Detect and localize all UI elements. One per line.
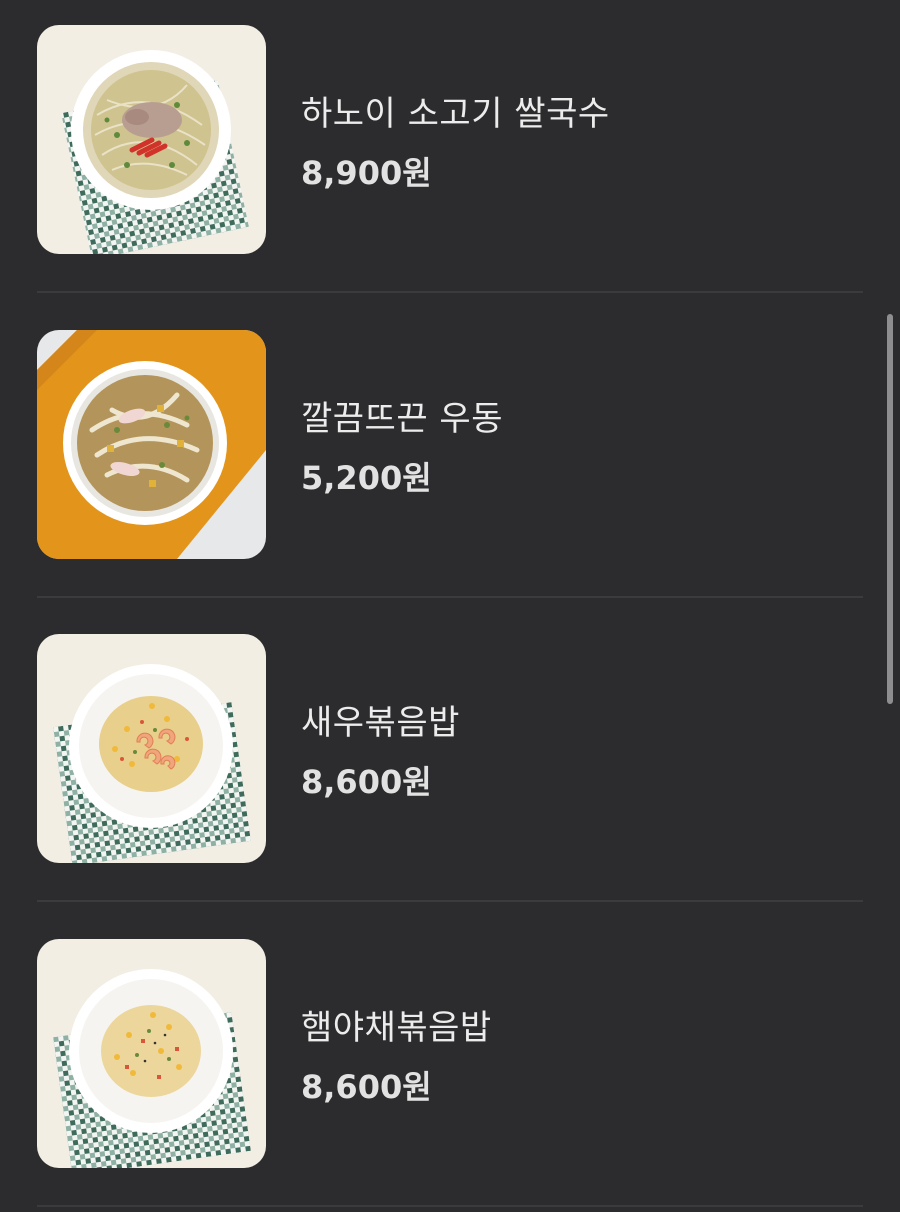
menu-item-name[interactable]: 새우볶음밥 — [301, 695, 460, 744]
menu-item-image[interactable] — [37, 330, 266, 559]
menu-item-name[interactable]: 햄야채볶음밥 — [301, 1000, 492, 1049]
udon-bowl-image — [37, 330, 266, 559]
ham-vegetable-fried-rice-image — [37, 939, 266, 1168]
menu-item-image[interactable] — [37, 939, 266, 1168]
divider — [37, 1205, 863, 1207]
scrollbar-thumb[interactable] — [887, 314, 893, 704]
menu-list: 하노이 소고기 쌀국수 8,900원 깔끔뜨끈 우동 5,200원 새우볶음밥 … — [0, 0, 900, 1212]
divider — [37, 291, 863, 293]
menu-item-price: 5,200원 — [301, 459, 432, 497]
divider — [37, 900, 863, 902]
menu-item-name[interactable]: 깔끔뜨끈 우동 — [301, 391, 503, 440]
menu-item-price: 8,900원 — [301, 154, 432, 192]
shrimp-fried-rice-image — [37, 634, 266, 863]
menu-item[interactable]: 햄야채볶음밥 8,600원 — [0, 914, 900, 1212]
menu-item-price: 8,600원 — [301, 763, 432, 801]
scrollbar[interactable] — [886, 0, 894, 1212]
divider — [37, 596, 863, 598]
menu-item-price: 8,600원 — [301, 1068, 432, 1106]
menu-item-image[interactable] — [37, 634, 266, 863]
menu-item[interactable]: 하노이 소고기 쌀국수 8,900원 — [0, 0, 900, 304]
menu-item[interactable]: 새우볶음밥 8,600원 — [0, 609, 900, 913]
menu-item-name[interactable]: 하노이 소고기 쌀국수 — [301, 86, 610, 135]
pho-bowl-image — [37, 25, 266, 254]
menu-item-image[interactable] — [37, 25, 266, 254]
menu-item[interactable]: 깔끔뜨끈 우동 5,200원 — [0, 305, 900, 609]
